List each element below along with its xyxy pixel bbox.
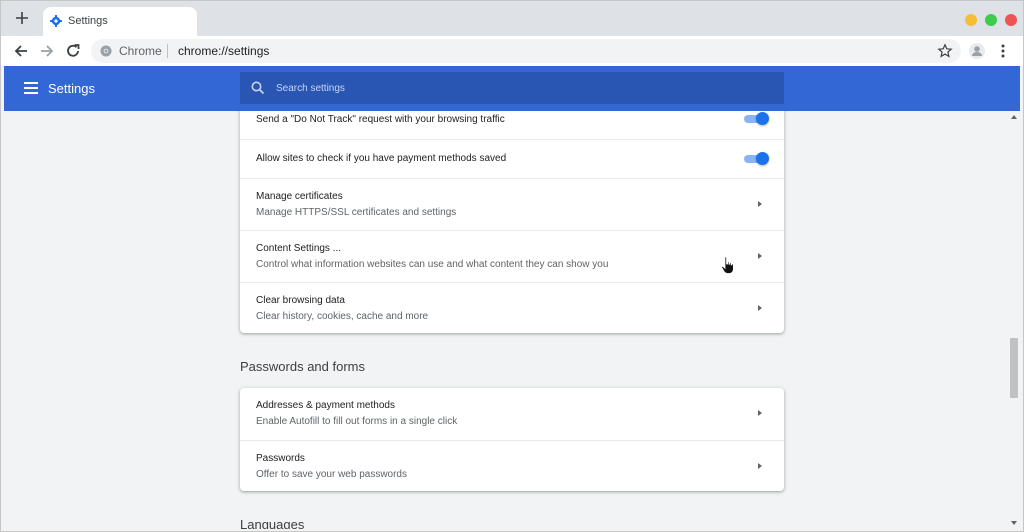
section-title-passwords: Passwords and forms (240, 359, 365, 374)
addresses-row[interactable]: Addresses & payment methods Enable Autof… (240, 388, 784, 440)
row-label: Manage certificates (256, 191, 343, 202)
row-label: Content Settings ... (256, 243, 342, 254)
scrollbar[interactable] (1008, 111, 1020, 529)
reload-icon[interactable] (64, 42, 82, 60)
payment-methods-toggle[interactable] (744, 152, 769, 165)
settings-header: Settings (4, 66, 1020, 111)
close-button[interactable] (1005, 14, 1017, 26)
chevron-right-icon (758, 410, 762, 416)
row-sublabel: Enable Autofill to fill out forms in a s… (256, 416, 458, 427)
gear-icon (50, 15, 62, 27)
tab-title: Settings (68, 15, 108, 27)
chevron-right-icon (758, 201, 762, 207)
row-sublabel: Control what information websites can us… (256, 259, 609, 270)
do-not-track-toggle[interactable] (744, 112, 769, 125)
maximize-button[interactable] (985, 14, 997, 26)
passwords-row[interactable]: Passwords Offer to save your web passwor… (240, 440, 784, 491)
chevron-right-icon (758, 463, 762, 469)
menu-icon[interactable] (994, 42, 1012, 60)
row-label: Clear browsing data (256, 295, 345, 306)
search-input[interactable] (276, 80, 756, 96)
clear-browsing-data-row[interactable]: Clear browsing data Clear history, cooki… (240, 282, 784, 333)
row-label: Addresses & payment methods (256, 400, 395, 411)
content-settings-row[interactable]: Content Settings ... Control what inform… (240, 230, 784, 282)
address-bar[interactable]: Chrome chrome://settings (91, 39, 961, 63)
chrome-icon (100, 45, 112, 57)
separator (167, 44, 168, 58)
row-label: Allow sites to check if you have payment… (256, 153, 507, 164)
hand-cursor-icon (721, 256, 734, 274)
search-box[interactable] (240, 72, 784, 104)
profile-icon[interactable] (968, 42, 986, 60)
row-label: Passwords (256, 453, 305, 464)
do-not-track-row[interactable]: Send a "Do Not Track" request with your … (240, 111, 784, 139)
search-icon (251, 81, 265, 95)
chevron-right-icon (758, 253, 762, 259)
page-title: Settings (48, 81, 95, 96)
section-title-languages: Languages (240, 517, 305, 529)
hamburger-icon[interactable] (24, 82, 38, 94)
star-icon[interactable] (937, 43, 953, 59)
passwords-card: Addresses & payment methods Enable Autof… (240, 388, 784, 491)
tab-strip: Settings (0, 0, 1024, 36)
chevron-right-icon (758, 305, 762, 311)
scroll-up-icon[interactable] (1011, 115, 1017, 119)
scrollbar-thumb[interactable] (1010, 338, 1018, 398)
back-icon[interactable] (12, 42, 30, 60)
privacy-card: Send a "Do Not Track" request with your … (240, 111, 784, 333)
browser-toolbar: Chrome chrome://settings (0, 36, 1024, 66)
row-sublabel: Offer to save your web passwords (256, 469, 407, 480)
forward-icon[interactable] (38, 42, 56, 60)
toggle-knob (756, 112, 769, 125)
manage-certificates-row[interactable]: Manage certificates Manage HTTPS/SSL cer… (240, 178, 784, 230)
payment-methods-row[interactable]: Allow sites to check if you have payment… (240, 139, 784, 178)
tab-settings[interactable]: Settings (43, 7, 197, 36)
row-sublabel: Clear history, cookies, cache and more (256, 311, 429, 322)
minimize-button[interactable] (965, 14, 977, 26)
settings-content: Send a "Do Not Track" request with your … (4, 111, 1008, 529)
scroll-down-icon[interactable] (1011, 521, 1017, 525)
row-label: Send a "Do Not Track" request with your … (256, 114, 505, 125)
site-chip: Chrome (119, 44, 162, 58)
toggle-knob (756, 152, 769, 165)
url-text[interactable]: chrome://settings (178, 44, 269, 58)
row-sublabel: Manage HTTPS/SSL certificates and settin… (256, 207, 457, 218)
plus-icon[interactable] (13, 9, 31, 27)
